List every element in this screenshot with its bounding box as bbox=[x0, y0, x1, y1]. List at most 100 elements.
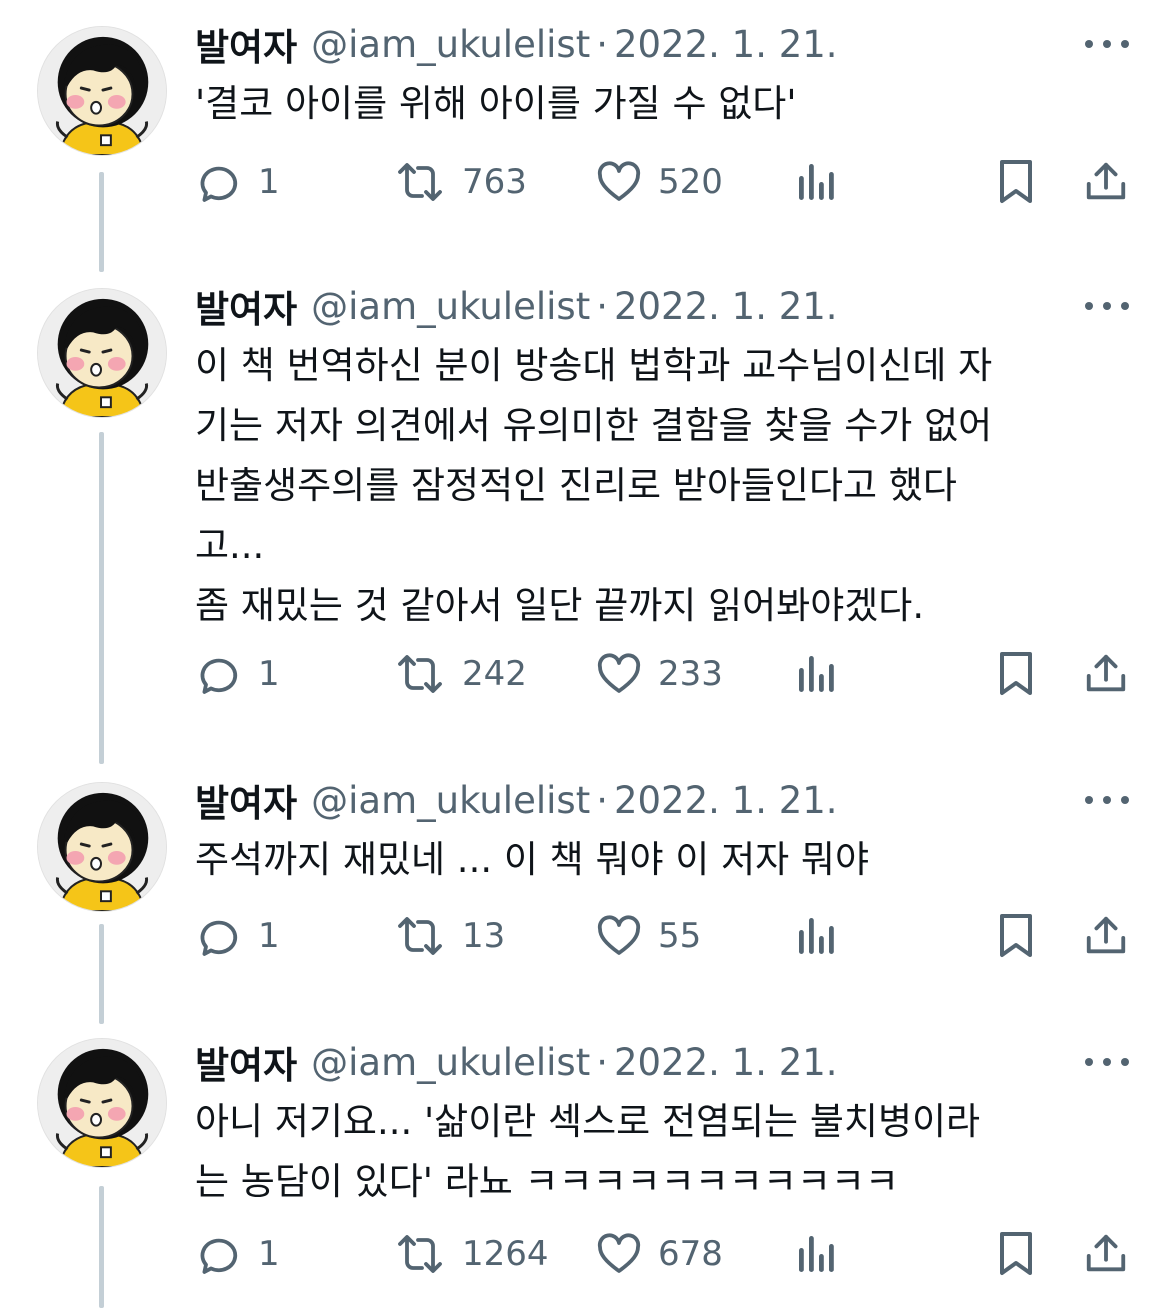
like-count: 520 bbox=[658, 162, 723, 202]
views-icon bbox=[797, 916, 837, 956]
separator: · bbox=[596, 1040, 608, 1084]
views-button[interactable] bbox=[797, 644, 837, 704]
share-icon bbox=[1083, 159, 1129, 205]
heart-icon bbox=[594, 912, 644, 960]
tweet-text-line: '결코 아이를 위해 아이를 가질 수 없다' bbox=[195, 82, 797, 125]
retweet-icon bbox=[392, 912, 448, 960]
views-button[interactable] bbox=[797, 1224, 837, 1284]
tweet-date[interactable]: 2022. 1. 21. bbox=[614, 779, 838, 822]
tweet-date[interactable]: 2022. 1. 21. bbox=[614, 23, 838, 66]
more-icon[interactable] bbox=[1085, 1052, 1129, 1072]
tweet-date[interactable]: 2022. 1. 21. bbox=[614, 285, 838, 328]
action-bar: 1 1264 678 bbox=[0, 1224, 1170, 1284]
reply-icon bbox=[196, 158, 244, 206]
display-name[interactable]: 발여자 bbox=[195, 279, 297, 333]
tweet-text: 이 책 번역하신 분이 방송대 법학과 교수님이신데 자 기는 저자 의견에서 … bbox=[195, 336, 1125, 636]
bookmark-icon bbox=[996, 158, 1036, 206]
retweet-count: 242 bbox=[462, 654, 527, 694]
more-icon[interactable] bbox=[1085, 296, 1129, 316]
user-handle[interactable]: @iam_ukulelist bbox=[311, 1041, 590, 1084]
tweet-text-line: 아니 저기요... '삶이란 섹스로 전염되는 불치병이라 bbox=[195, 1100, 981, 1143]
tweet-header: 발여자 @iam_ukulelist · 2022. 1. 21. bbox=[195, 17, 838, 71]
reply-button[interactable]: 1 bbox=[196, 1224, 280, 1284]
tweet-text: 주석까지 재밌네 ... 이 책 뭐야 이 저자 뭐야 bbox=[195, 830, 1125, 890]
avatar[interactable] bbox=[37, 288, 167, 418]
retweet-icon bbox=[392, 650, 448, 698]
share-icon bbox=[1083, 913, 1129, 959]
display-name[interactable]: 발여자 bbox=[195, 773, 297, 827]
views-icon bbox=[797, 654, 837, 694]
display-name[interactable]: 발여자 bbox=[195, 17, 297, 71]
retweet-icon bbox=[392, 158, 448, 206]
bookmark-button[interactable] bbox=[996, 644, 1036, 704]
tweet-text-line: 반출생주의를 잠정적인 진리로 받아들인다고 했다 bbox=[195, 464, 957, 507]
action-bar: 1 242 233 bbox=[0, 644, 1170, 704]
retweet-button[interactable]: 13 bbox=[392, 906, 505, 966]
views-button[interactable] bbox=[797, 906, 837, 966]
user-handle[interactable]: @iam_ukulelist bbox=[311, 285, 590, 328]
separator: · bbox=[596, 22, 608, 66]
reply-button[interactable]: 1 bbox=[196, 906, 280, 966]
reply-icon bbox=[196, 650, 244, 698]
share-icon bbox=[1083, 651, 1129, 697]
separator: · bbox=[596, 284, 608, 328]
like-count: 233 bbox=[658, 654, 723, 694]
views-button[interactable] bbox=[797, 152, 837, 212]
reply-icon bbox=[196, 1230, 244, 1278]
reply-count: 1 bbox=[258, 916, 280, 956]
more-icon[interactable] bbox=[1085, 790, 1129, 810]
share-button[interactable] bbox=[1083, 1224, 1129, 1284]
tweet-header: 발여자 @iam_ukulelist · 2022. 1. 21. bbox=[195, 773, 838, 827]
views-icon bbox=[797, 1234, 837, 1274]
retweet-button[interactable]: 1264 bbox=[392, 1224, 549, 1284]
retweet-count: 763 bbox=[462, 162, 527, 202]
heart-icon bbox=[594, 158, 644, 206]
bookmark-button[interactable] bbox=[996, 152, 1036, 212]
separator: · bbox=[596, 778, 608, 822]
share-button[interactable] bbox=[1083, 152, 1129, 212]
action-bar: 1 13 55 bbox=[0, 906, 1170, 966]
reply-button[interactable]: 1 bbox=[196, 152, 280, 212]
retweet-icon bbox=[392, 1230, 448, 1278]
reply-button[interactable]: 1 bbox=[196, 644, 280, 704]
tweet-date[interactable]: 2022. 1. 21. bbox=[614, 1041, 838, 1084]
like-button[interactable]: 678 bbox=[594, 1224, 723, 1284]
avatar[interactable] bbox=[37, 1038, 167, 1168]
like-count: 55 bbox=[658, 916, 702, 956]
display-name[interactable]: 발여자 bbox=[195, 1035, 297, 1089]
user-handle[interactable]: @iam_ukulelist bbox=[311, 779, 590, 822]
bookmark-button[interactable] bbox=[996, 1224, 1036, 1284]
reply-count: 1 bbox=[258, 1234, 280, 1274]
tweet-text-line: 이 책 번역하신 분이 방송대 법학과 교수님이신데 자 bbox=[195, 344, 993, 387]
heart-icon bbox=[594, 650, 644, 698]
like-button[interactable]: 520 bbox=[594, 152, 723, 212]
tweet-header: 발여자 @iam_ukulelist · 2022. 1. 21. bbox=[195, 1035, 838, 1089]
bookmark-icon bbox=[996, 1230, 1036, 1278]
retweet-button[interactable]: 763 bbox=[392, 152, 527, 212]
reply-icon bbox=[196, 912, 244, 960]
tweet-text-line: 는 농담이 있다' 라뇨 ㅋㅋㅋㅋㅋㅋㅋㅋㅋㅋㅋ bbox=[195, 1160, 899, 1203]
retweet-button[interactable]: 242 bbox=[392, 644, 527, 704]
retweet-count: 1264 bbox=[462, 1234, 549, 1274]
like-count: 678 bbox=[658, 1234, 723, 1274]
share-button[interactable] bbox=[1083, 644, 1129, 704]
bookmark-icon bbox=[996, 650, 1036, 698]
like-button[interactable]: 55 bbox=[594, 906, 701, 966]
avatar[interactable] bbox=[37, 782, 167, 912]
user-handle[interactable]: @iam_ukulelist bbox=[311, 23, 590, 66]
tweet-text-line: 주석까지 재밌네 ... 이 책 뭐야 이 저자 뭐야 bbox=[195, 838, 870, 881]
thread-line bbox=[99, 432, 104, 764]
share-button[interactable] bbox=[1083, 906, 1129, 966]
heart-icon bbox=[594, 1230, 644, 1278]
avatar[interactable] bbox=[37, 26, 167, 156]
like-button[interactable]: 233 bbox=[594, 644, 723, 704]
retweet-count: 13 bbox=[462, 916, 506, 956]
more-icon[interactable] bbox=[1085, 34, 1129, 54]
views-icon bbox=[797, 162, 837, 202]
reply-count: 1 bbox=[258, 654, 280, 694]
action-bar: 1 763 520 bbox=[0, 152, 1170, 212]
bookmark-icon bbox=[996, 912, 1036, 960]
tweet-text-line: 좀 재밌는 것 같아서 일단 끝까지 읽어봐야겠다. bbox=[195, 584, 925, 627]
bookmark-button[interactable] bbox=[996, 906, 1036, 966]
tweet-text: '결코 아이를 위해 아이를 가질 수 없다' bbox=[195, 74, 1125, 134]
